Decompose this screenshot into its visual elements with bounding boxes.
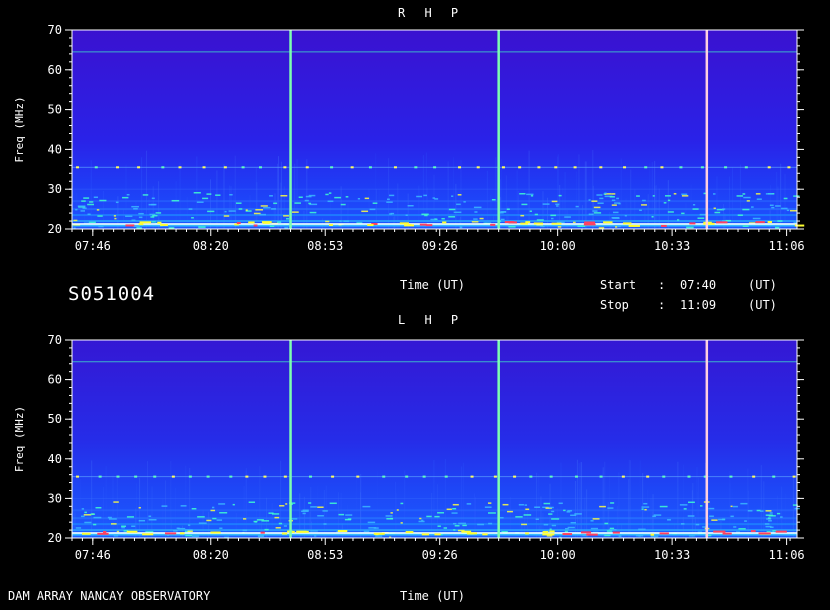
spectrum-background [72,340,797,538]
x-tick-label: 08:53 [307,239,343,253]
x-tick-label: 08:20 [193,548,229,562]
x-tick-label: 07:46 [75,239,111,253]
stop-label: Stop [600,298,629,312]
x-tick-label: 10:33 [654,548,690,562]
x-tick-label: 09:26 [422,239,458,253]
start-value: 07:40 [680,278,717,292]
x-tick-label: 10:33 [654,239,690,253]
rhp-title: R H P [398,6,465,20]
y-tick-label: 40 [48,452,62,466]
y-axis-label: Freq (MHz) [13,406,26,472]
y-tick-label: 20 [48,222,62,236]
start-separator: : [658,278,666,292]
start-label: Start [600,278,637,292]
x-tick-label: 08:53 [307,548,343,562]
y-tick-label: 60 [48,63,62,77]
x-tick-label: 10:00 [540,548,576,562]
y-tick-label: 30 [48,182,62,196]
rhp-time-axis-label: Time (UT) [400,278,466,292]
x-tick-label: 11:06 [769,548,805,562]
stop-separator: : [658,298,666,312]
y-tick-label: 30 [48,491,62,505]
x-tick-label: 10:00 [540,239,576,253]
rhp-panel: 07:46 08:20 08:53 09:26 10:00 10:33 11:06 20 30 4… [13,23,805,253]
y-tick-label: 50 [48,103,62,117]
lhp-panel: 07:46 08:20 08:53 09:26 10:00 10:33 11:06 20 30 4… [13,333,805,562]
x-ticks: 07:46 08:20 08:53 09:26 10:00 10:33 11:06 [71,538,805,562]
stop-unit: (UT) [748,298,777,312]
y-tick-label: 70 [48,333,62,347]
x-ticks: 07:46 08:20 08:53 09:26 10:00 10:33 11:06 [71,229,805,253]
x-tick-label: 09:26 [422,548,458,562]
lhp-time-axis-label: Time (UT) [400,589,466,603]
x-tick-label: 08:20 [193,239,229,253]
y-tick-label: 60 [48,373,62,387]
y-axis-label: Freq (MHz) [13,96,26,162]
observation-id: S051004 [68,283,156,305]
y-tick-label: 40 [48,142,62,156]
y-tick-label: 70 [48,23,62,37]
stop-value: 11:09 [680,298,717,312]
lhp-title: L H P [398,313,465,327]
y-tick-label: 20 [48,531,62,545]
start-unit: (UT) [748,278,777,292]
x-tick-label: 07:46 [75,548,111,562]
y-tick-label: 50 [48,412,62,426]
x-tick-label: 11:06 [769,239,805,253]
instrument-label: DAM ARRAY NANCAY OBSERVATORY [8,589,211,603]
